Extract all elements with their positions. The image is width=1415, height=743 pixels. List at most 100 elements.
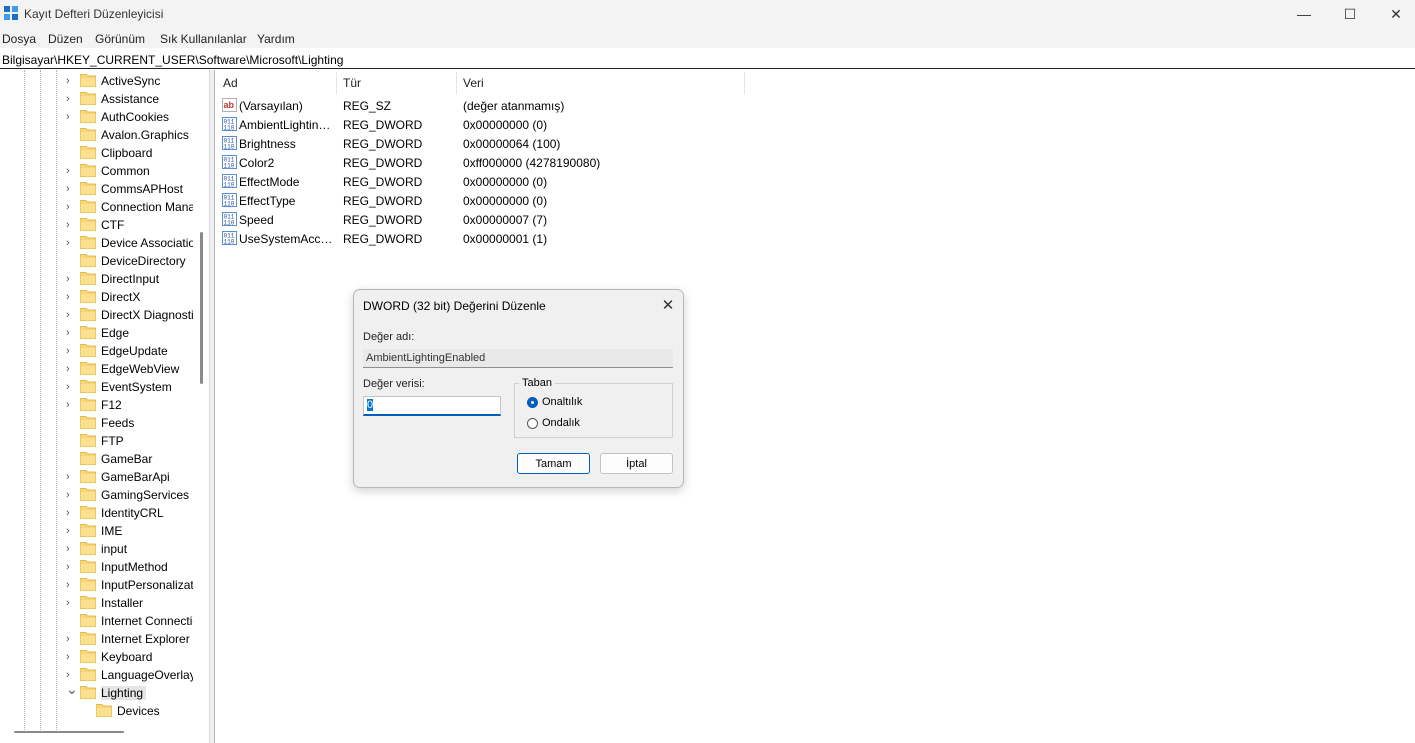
- menu-help[interactable]: Yardım: [257, 32, 295, 46]
- chevron-right-icon[interactable]: ›: [66, 219, 76, 231]
- menu-view[interactable]: Görünüm: [95, 32, 145, 46]
- value-data-input[interactable]: 0: [363, 396, 501, 416]
- value-row[interactable]: 011110UseSystemAccentColor REG_DWORD 0x000…: [216, 229, 816, 248]
- chevron-right-icon[interactable]: ›: [66, 165, 76, 177]
- tree-item-label[interactable]: DeviceDirectory: [101, 254, 193, 268]
- chevron-right-icon[interactable]: ›: [66, 633, 76, 645]
- tree-item-label[interactable]: Installer: [101, 596, 193, 610]
- value-name[interactable]: (Varsayılan): [239, 99, 334, 113]
- tree-item[interactable]: › EdgeWebView: [0, 360, 209, 378]
- minimize-icon[interactable]: —: [1281, 0, 1327, 28]
- tree-item[interactable]: › DirectX Diagnostic Tool: [0, 306, 209, 324]
- tree-item-label[interactable]: Connection Manager: [101, 200, 193, 214]
- key-tree[interactable]: › ActiveSync › Assistance › AuthCookies Avalon…: [0, 70, 209, 743]
- chevron-right-icon[interactable]: ›: [66, 273, 76, 285]
- tree-item[interactable]: › Assistance: [0, 90, 209, 108]
- tree-item-label[interactable]: Device Association Framework: [101, 236, 193, 250]
- close-icon[interactable]: ✕: [1373, 0, 1415, 28]
- tree-item-label[interactable]: Common: [101, 164, 193, 178]
- tree-item[interactable]: › Edge: [0, 324, 209, 342]
- tree-item-label[interactable]: CommsAPHost: [101, 182, 193, 196]
- tree-item[interactable]: › GameBarApi: [0, 468, 209, 486]
- tree-item-label[interactable]: GamingServices: [101, 488, 193, 502]
- tree-item[interactable]: ⌄ Lighting: [0, 682, 209, 702]
- chevron-right-icon[interactable]: ›: [66, 309, 76, 321]
- tree-item-label[interactable]: InputPersonalization: [101, 578, 193, 592]
- pane-splitter[interactable]: [209, 70, 215, 743]
- value-row[interactable]: 011 110 Color2 REG_DWORD 0xff000000 (4278190…: [216, 153, 816, 172]
- tree-item[interactable]: › GamingServices: [0, 486, 209, 504]
- tree-item[interactable]: › Device Association Framework: [0, 234, 209, 252]
- tree-item[interactable]: › IME: [0, 522, 209, 540]
- tree-item-child[interactable]: Devices: [0, 702, 209, 720]
- chevron-right-icon[interactable]: ›: [66, 579, 76, 591]
- tree-item[interactable]: Feeds: [0, 414, 209, 432]
- tree-item-label[interactable]: Keyboard: [101, 650, 193, 664]
- tree-item[interactable]: › Internet Explorer: [0, 630, 209, 648]
- chevron-right-icon[interactable]: ›: [66, 471, 76, 483]
- tree-item[interactable]: DeviceDirectory: [0, 252, 209, 270]
- tree-item[interactable]: Clipboard: [0, 144, 209, 162]
- tree-item-label[interactable]: FTP: [101, 434, 193, 448]
- chevron-right-icon[interactable]: ›: [66, 507, 76, 519]
- chevron-right-icon[interactable]: ›: [66, 543, 76, 555]
- chevron-right-icon[interactable]: ›: [66, 327, 76, 339]
- tree-item-label[interactable]: F12: [101, 398, 193, 412]
- menu-favorites[interactable]: Sık Kullanılanlar: [160, 32, 247, 46]
- chevron-right-icon[interactable]: ›: [66, 597, 76, 609]
- value-row[interactable]: 011 110 EffectType REG_DWORD 0x00000000 (0): [216, 191, 816, 210]
- chevron-right-icon[interactable]: ›: [66, 561, 76, 573]
- column-header-data[interactable]: Veri: [463, 76, 484, 90]
- value-name[interactable]: EffectType: [239, 194, 334, 208]
- column-separator[interactable]: [456, 72, 457, 94]
- tree-item-label[interactable]: InputMethod: [101, 560, 193, 574]
- tree-item[interactable]: › Common: [0, 162, 209, 180]
- chevron-right-icon[interactable]: ›: [66, 183, 76, 195]
- tree-vertical-scrollbar[interactable]: [200, 232, 203, 384]
- decimal-radio-label[interactable]: Ondalık: [542, 417, 580, 429]
- chevron-right-icon[interactable]: ›: [66, 201, 76, 213]
- column-separator[interactable]: [336, 72, 337, 94]
- decimal-radio[interactable]: [527, 418, 538, 429]
- tree-item-label[interactable]: CTF: [101, 218, 193, 232]
- tree-item[interactable]: › CommsAPHost: [0, 180, 209, 198]
- chevron-right-icon[interactable]: ›: [66, 669, 76, 681]
- cancel-button[interactable]: İptal: [600, 453, 673, 474]
- chevron-right-icon[interactable]: ›: [66, 111, 76, 123]
- value-name[interactable]: Brightness: [239, 137, 334, 151]
- tree-item-label[interactable]: Edge: [101, 326, 193, 340]
- tree-item-label[interactable]: LanguageOverlay: [101, 668, 193, 682]
- hex-radio[interactable]: [527, 397, 538, 408]
- tree-item-label[interactable]: EdgeWebView: [101, 362, 193, 376]
- tree-item[interactable]: › Installer: [0, 594, 209, 612]
- chevron-right-icon[interactable]: ›: [66, 489, 76, 501]
- tree-item-label[interactable]: DirectX: [101, 290, 193, 304]
- tree-item[interactable]: › input: [0, 540, 209, 558]
- tree-item-label[interactable]: input: [101, 542, 193, 556]
- tree-item-label[interactable]: Lighting: [101, 686, 147, 700]
- tree-item-label[interactable]: IdentityCRL: [101, 506, 193, 520]
- tree-item[interactable]: GameBar: [0, 450, 209, 468]
- tree-item[interactable]: FTP: [0, 432, 209, 450]
- dialog-close-icon[interactable]: ✕: [657, 295, 679, 315]
- tree-item[interactable]: Avalon.Graphics: [0, 126, 209, 144]
- value-name[interactable]: UseSystemAccentColor: [239, 232, 334, 246]
- value-row[interactable]: 011 110 Brightness REG_DWORD 0x00000064 (100…: [216, 134, 816, 153]
- tree-item[interactable]: Internet Connection Wizard: [0, 612, 209, 630]
- maximize-icon[interactable]: ☐: [1327, 0, 1373, 28]
- column-header-type[interactable]: Tür: [343, 76, 361, 90]
- tree-item[interactable]: › IdentityCRL: [0, 504, 209, 522]
- tree-item[interactable]: › InputPersonalization: [0, 576, 209, 594]
- tree-item-label[interactable]: IME: [101, 524, 193, 538]
- tree-item[interactable]: › CTF: [0, 216, 209, 234]
- chevron-right-icon[interactable]: ›: [66, 381, 76, 393]
- chevron-right-icon[interactable]: ›: [66, 291, 76, 303]
- value-row[interactable]: 011 110 EffectMode REG_DWORD 0x00000000 (0): [216, 172, 816, 191]
- tree-item-label[interactable]: AuthCookies: [101, 110, 193, 124]
- ok-button[interactable]: Tamam: [517, 453, 590, 474]
- tree-horizontal-scrollbar[interactable]: [14, 731, 124, 733]
- tree-item-label[interactable]: Assistance: [101, 92, 193, 106]
- tree-item[interactable]: › ActiveSync: [0, 72, 209, 90]
- tree-item-label[interactable]: ActiveSync: [101, 74, 193, 88]
- tree-item[interactable]: › DirectInput: [0, 270, 209, 288]
